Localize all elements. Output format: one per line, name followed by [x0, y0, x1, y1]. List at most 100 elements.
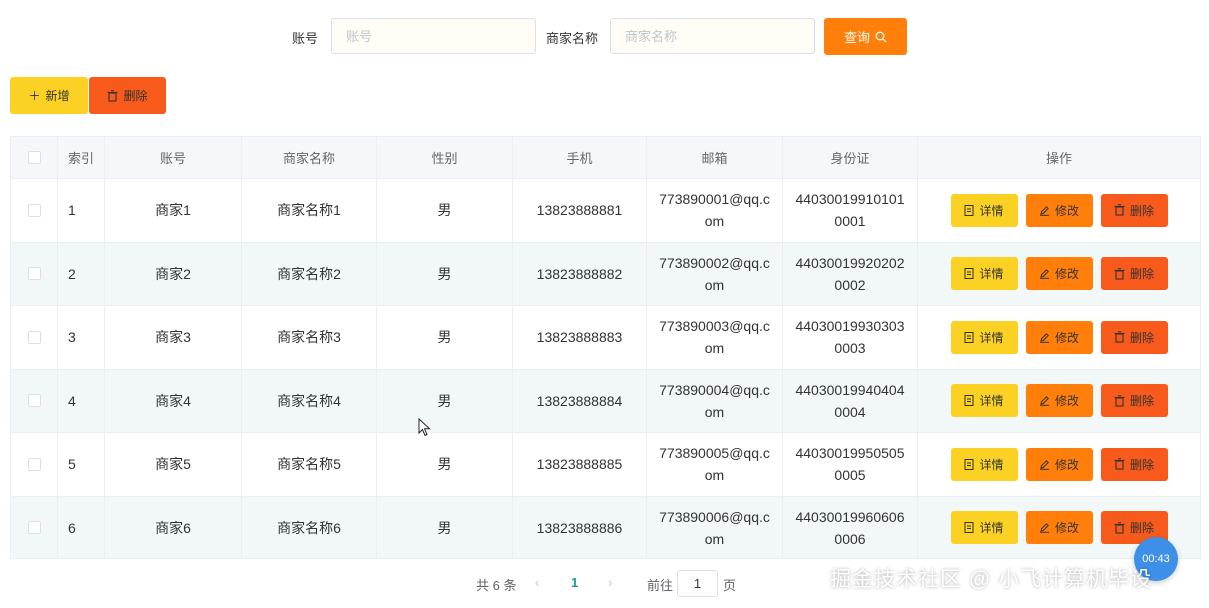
edit-button[interactable]: 修改 — [1025, 511, 1093, 545]
account-label: 账号 — [292, 31, 319, 46]
cell-id-card: 440300199505050005 — [783, 433, 918, 496]
table-row: 5 商家5 商家名称5 男 13823888885 773890005@qq.com 440… — [11, 433, 1200, 497]
cell-id-card: 440300199303030003 — [783, 306, 918, 369]
row-select[interactable] — [11, 433, 58, 496]
cell-account: 商家4 — [105, 369, 242, 432]
edit-button-label: 修改 — [1054, 203, 1079, 218]
row-select[interactable] — [11, 369, 58, 432]
plus-icon: ＋ — [28, 88, 41, 103]
email-text: 773890005@qq.com — [659, 445, 770, 484]
batch-delete-button-label: 删除 — [123, 89, 148, 103]
search-button[interactable]: 查询 — [824, 18, 907, 55]
row-checkbox[interactable] — [27, 521, 41, 535]
cell-index: 4 — [58, 369, 105, 432]
table-row: 1 商家1 商家名称1 男 13823888881 773890001@qq.com 440… — [11, 179, 1200, 243]
header-select-all[interactable] — [11, 137, 58, 178]
cell-account: 商家2 — [105, 242, 242, 305]
select-all-checkbox[interactable] — [27, 151, 41, 164]
add-button[interactable]: ＋ 新增 — [10, 77, 88, 114]
document-icon — [964, 458, 974, 470]
detail-button-label: 详情 — [979, 267, 1004, 282]
page-number-current[interactable]: 1 — [571, 575, 578, 590]
trash-icon — [1114, 522, 1125, 534]
account-input[interactable] — [331, 18, 536, 54]
delete-button-label: 删除 — [1129, 394, 1154, 409]
edit-button[interactable]: 修改 — [1025, 320, 1093, 354]
delete-button[interactable]: 删除 — [1100, 193, 1168, 227]
delete-button-label: 删除 — [1129, 330, 1154, 345]
row-checkbox[interactable] — [27, 457, 41, 471]
row-checkbox[interactable] — [27, 330, 41, 344]
goto-page-input[interactable] — [677, 570, 718, 597]
document-icon — [964, 268, 974, 280]
edit-button[interactable]: 修改 — [1025, 384, 1093, 418]
document-icon — [964, 331, 974, 343]
cell-index: 1 — [58, 179, 105, 242]
email-text: 773890006@qq.com — [659, 508, 770, 547]
cell-phone: 13823888884 — [513, 369, 647, 432]
batch-delete-button[interactable]: 删除 — [89, 77, 166, 114]
cell-account: 商家5 — [105, 433, 242, 496]
row-checkbox[interactable] — [27, 267, 41, 281]
cell-phone: 13823888885 — [513, 433, 647, 496]
cell-merchant-name: 商家名称2 — [242, 242, 377, 305]
cell-email: 773890006@qq.com — [647, 496, 783, 558]
mouse-cursor-icon — [418, 418, 431, 437]
edit-button[interactable]: 修改 — [1025, 447, 1093, 481]
table-row: 2 商家2 商家名称2 男 13823888882 773890002@qq.com 440… — [11, 242, 1200, 306]
detail-button[interactable]: 详情 — [950, 193, 1018, 227]
detail-button[interactable]: 详情 — [950, 447, 1018, 481]
row-checkbox[interactable] — [27, 394, 41, 408]
delete-button-label: 删除 — [1129, 203, 1154, 218]
cell-gender: 男 — [377, 369, 513, 432]
delete-button[interactable]: 删除 — [1100, 447, 1168, 481]
id-card-text: 440300199101010001 — [795, 191, 905, 230]
goto-label: 前往 — [647, 578, 674, 593]
detail-button-label: 详情 — [979, 457, 1004, 472]
cell-email: 773890002@qq.com — [647, 242, 783, 305]
delete-button[interactable]: 删除 — [1100, 320, 1168, 354]
detail-button[interactable]: 详情 — [950, 257, 1018, 291]
merchant-table: 索引 账号 商家名称 性别 手机 邮箱 身份证 操作 1 商家1 商家名称1 男 138… — [10, 136, 1201, 559]
prev-page-button[interactable]: ‹ — [535, 575, 539, 590]
add-button-label: 新增 — [45, 89, 70, 103]
search-button-label: 查询 — [843, 30, 870, 45]
id-card-text: 440300199303030003 — [795, 318, 905, 357]
edit-button-label: 修改 — [1054, 457, 1079, 472]
document-icon — [964, 204, 974, 216]
row-select[interactable] — [11, 306, 58, 369]
cell-actions: 详情 修改 删除 — [918, 243, 1200, 306]
row-select[interactable] — [11, 242, 58, 305]
cell-actions: 详情 修改 删除 — [918, 179, 1200, 242]
detail-button[interactable]: 详情 — [950, 511, 1018, 545]
table-header: 索引 账号 商家名称 性别 手机 邮箱 身份证 操作 — [11, 137, 1200, 179]
row-select[interactable] — [11, 496, 58, 558]
detail-button-label: 详情 — [979, 330, 1004, 345]
edit-button[interactable]: 修改 — [1025, 193, 1093, 227]
pencil-icon — [1039, 523, 1049, 534]
cell-account: 商家6 — [105, 496, 242, 558]
edit-button[interactable]: 修改 — [1025, 257, 1093, 291]
delete-button[interactable]: 删除 — [1100, 257, 1168, 291]
document-icon — [964, 522, 974, 534]
cell-gender: 男 — [377, 242, 513, 305]
merchant-name-input[interactable] — [610, 18, 815, 54]
cell-email: 773890005@qq.com — [647, 433, 783, 496]
detail-button[interactable]: 详情 — [950, 384, 1018, 418]
cell-gender: 男 — [377, 179, 513, 242]
delete-button-label: 删除 — [1129, 267, 1154, 282]
cell-phone: 13823888881 — [513, 179, 647, 242]
row-select[interactable] — [11, 179, 58, 242]
delete-button[interactable]: 删除 — [1100, 384, 1168, 418]
detail-button[interactable]: 详情 — [950, 320, 1018, 354]
delete-button-label: 删除 — [1129, 521, 1154, 536]
detail-button-label: 详情 — [979, 394, 1004, 409]
row-checkbox[interactable] — [27, 203, 41, 217]
cell-actions: 详情 修改 删除 — [918, 370, 1200, 433]
trash-icon — [1114, 268, 1125, 280]
cell-merchant-name: 商家名称6 — [242, 496, 377, 558]
table-body: 1 商家1 商家名称1 男 13823888881 773890001@qq.com 440… — [11, 179, 1200, 558]
next-page-button[interactable]: › — [608, 575, 612, 590]
cell-account: 商家3 — [105, 306, 242, 369]
cell-id-card: 440300199606060006 — [783, 496, 918, 558]
